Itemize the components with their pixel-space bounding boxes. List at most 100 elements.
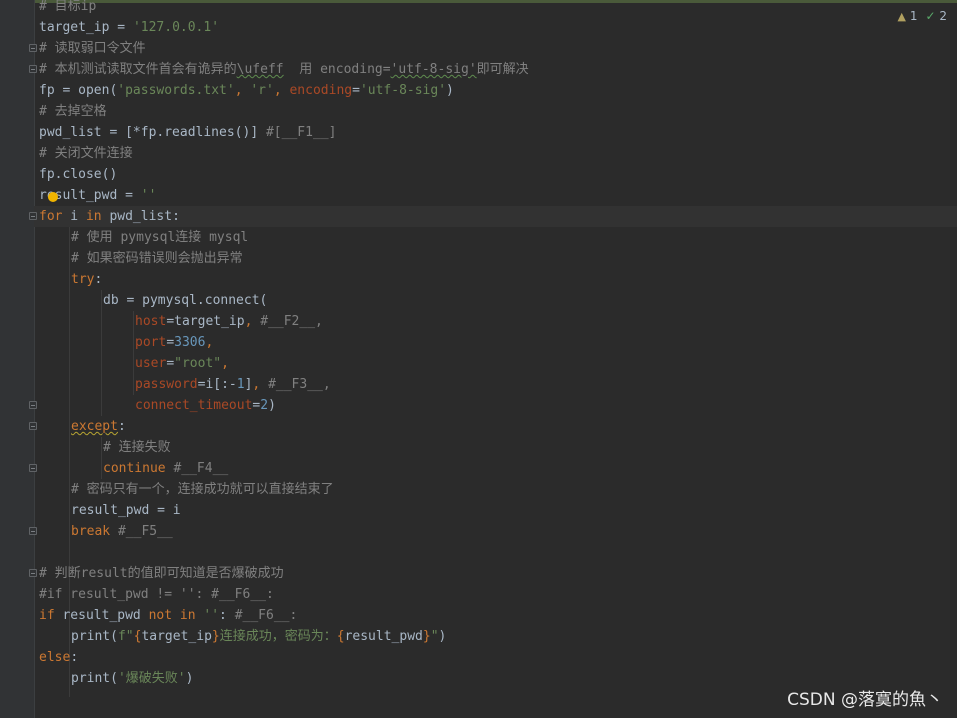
check-count: 2 xyxy=(939,9,947,23)
indent-guide xyxy=(101,290,102,416)
comment: #__F6__: xyxy=(234,608,298,623)
code-line[interactable]: connect_timeout=2) xyxy=(135,395,276,416)
keyword-argument: port xyxy=(135,335,167,350)
keyword-argument: host xyxy=(135,314,167,329)
keyword-argument: encoding xyxy=(289,83,353,98)
code-line[interactable]: except: xyxy=(71,416,126,437)
code-line[interactable]: # 关闭文件连接 xyxy=(39,143,133,164)
code-text: fp.close() xyxy=(39,167,118,182)
code-text: pwd_list: xyxy=(101,209,180,224)
comment: # 本机测试读取文件首会有诡异的 xyxy=(39,62,237,77)
identifier: target_ip xyxy=(39,20,110,35)
code-line[interactable]: # 读取弱口令文件 xyxy=(39,38,146,59)
warning-count: 1 xyxy=(909,9,918,23)
punctuation: , xyxy=(234,83,251,98)
number-literal: 1 xyxy=(236,377,245,392)
code-text: print( xyxy=(71,671,118,686)
code-line[interactable]: continue #__F4__ xyxy=(103,458,228,479)
keyword: else xyxy=(39,650,71,665)
code-line[interactable]: db = pymysql.connect( xyxy=(103,290,267,311)
comment: # 判断result的值即可知道是否爆破成功 xyxy=(39,566,284,581)
code-line[interactable]: # 去掉空格 xyxy=(39,101,107,122)
punctuation: , xyxy=(221,356,229,371)
code-line[interactable]: # 判断result的值即可知道是否爆破成功 xyxy=(39,563,284,584)
code-text: i xyxy=(62,209,86,224)
code-line[interactable]: if result_pwd not in '': #__F6__: xyxy=(39,605,297,626)
comment: #__F2__, xyxy=(260,314,323,329)
punctuation: { xyxy=(336,629,345,644)
code-line[interactable]: #if result_pwd != '': #__F6__: xyxy=(39,584,274,605)
comment: 用 encoding= xyxy=(283,62,391,77)
comment: #__F5__ xyxy=(110,524,173,539)
string-literal: '' xyxy=(203,608,220,623)
watermark: CSDN @落寞的魚丶 xyxy=(787,690,943,710)
code-line[interactable]: host=target_ip, #__F2__, xyxy=(135,311,323,332)
code-line[interactable]: # 本机测试读取文件首会有诡异的\ufeff 用 encoding='utf-8… xyxy=(39,59,529,80)
number-literal: 2 xyxy=(260,398,269,413)
operator: = xyxy=(166,335,175,350)
code-line[interactable]: # 目标ip xyxy=(39,0,96,17)
punctuation: , xyxy=(252,377,269,392)
comment: #__F4__ xyxy=(165,461,229,476)
code-line[interactable]: fp = open('passwords.txt', 'r', encoding… xyxy=(39,80,454,101)
code-line[interactable]: # 使用 pymysql连接 mysql xyxy=(71,227,248,248)
warning-indicator[interactable]: ▲ 1 xyxy=(898,9,918,23)
code-line[interactable]: print(f"{target_ip}连接成功，密码为：{result_pwd}… xyxy=(71,626,446,647)
punctuation: : xyxy=(94,272,103,287)
inspection-status[interactable]: ▲ 1 ✓ 2 xyxy=(898,9,947,23)
code-text: =target_ip xyxy=(166,314,245,329)
code-text: =i[:- xyxy=(197,377,237,392)
punctuation: , xyxy=(244,314,261,329)
operator: = xyxy=(166,356,175,371)
indent-guide xyxy=(101,437,102,479)
editor-gutter[interactable] xyxy=(0,0,35,718)
code-line[interactable]: target_ip = '127.0.0.1' xyxy=(39,17,219,38)
lightbulb-icon[interactable] xyxy=(48,192,58,202)
comment: # 目标ip xyxy=(39,0,97,14)
code-editor[interactable]: # 目标ip target_ip = '127.0.0.1' # 读取弱口令文件… xyxy=(34,0,957,718)
punctuation: , xyxy=(273,83,290,98)
string-literal: '爆破失败' xyxy=(117,671,186,686)
code-line[interactable]: for i in pwd_list: xyxy=(39,206,180,227)
code-line[interactable]: pwd_list = [*fp.readlines()] #[__F1__] xyxy=(39,122,336,143)
operator: = xyxy=(352,83,360,98)
operator: = xyxy=(109,20,133,35)
keyword: in xyxy=(85,209,102,224)
punctuation: } xyxy=(422,629,431,644)
code-line[interactable]: fp.close() xyxy=(39,164,117,185)
code-line[interactable]: # 如果密码错误则会抛出异常 xyxy=(71,248,243,269)
comment: # 读取弱口令文件 xyxy=(39,41,146,56)
indent-guide xyxy=(69,227,70,697)
code-line[interactable]: break #__F5__ xyxy=(71,521,173,542)
check-indicator[interactable]: ✓ 2 xyxy=(925,9,947,23)
code-line[interactable]: # 密码只有一个，连接成功就可以直接结束了 xyxy=(71,479,334,500)
indent-guide xyxy=(133,311,134,395)
code-text: db = pymysql.connect( xyxy=(103,293,268,308)
code-line[interactable]: port=3306, xyxy=(135,332,213,353)
comment-typo: \ufeff xyxy=(236,62,284,77)
keyword: not in xyxy=(148,608,196,623)
code-line[interactable]: # 连接失败 xyxy=(103,437,171,458)
keyword: for xyxy=(39,209,63,224)
punctuation: : xyxy=(70,650,79,665)
code-line[interactable]: password=i[:-1], #__F3__, xyxy=(135,374,331,395)
punctuation: : xyxy=(117,419,126,434)
comment: # 使用 pymysql连接 mysql xyxy=(71,230,249,245)
warning-icon: ▲ xyxy=(897,10,906,23)
comment: # 去掉空格 xyxy=(39,104,107,119)
keyword-argument: connect_timeout xyxy=(135,398,253,413)
code-line[interactable]: try: xyxy=(71,269,102,290)
string-literal: "root" xyxy=(174,356,222,371)
comment: # 密码只有一个，连接成功就可以直接结束了 xyxy=(71,482,334,497)
code-line[interactable]: else: xyxy=(39,647,78,668)
code-line[interactable]: result_pwd = i xyxy=(71,500,181,521)
code-line[interactable]: print('爆破失败') xyxy=(71,668,193,689)
punctuation: , xyxy=(205,335,214,350)
code-line[interactable]: user="root", xyxy=(135,353,229,374)
keyword: if xyxy=(39,608,55,623)
string-literal: '127.0.0.1' xyxy=(132,20,220,35)
string-literal: f" xyxy=(117,629,134,644)
punctuation: } xyxy=(211,629,220,644)
punctuation: ) xyxy=(446,83,454,98)
comment: #if result_pwd != '': #__F6__: xyxy=(39,587,274,602)
